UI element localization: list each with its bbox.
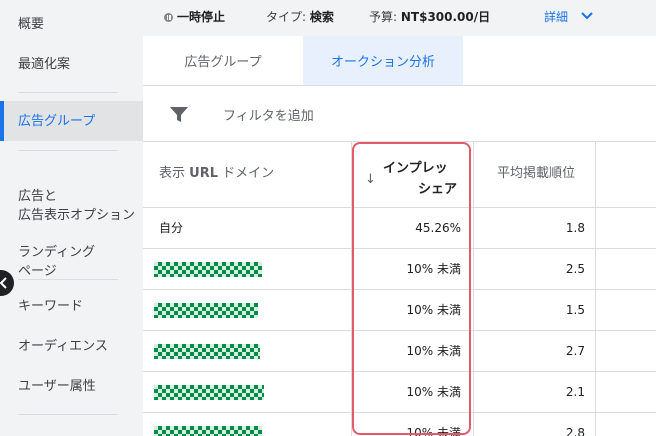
impression-share-cell: 45.26% [415, 221, 461, 235]
chevron-down-icon [581, 12, 593, 20]
redacted-domain [154, 303, 258, 318]
sidebar-item-label: ユーザー属性 [18, 379, 96, 394]
sidebar-item-label: 概要 [18, 17, 45, 32]
avg-position-cell: 1.5 [565, 303, 585, 317]
avg-position-cell: 2.7 [565, 344, 585, 358]
header-display-url-domain[interactable]: 表示 URL ドメイン [159, 164, 274, 184]
impression-share-cell: 10% 未満 [406, 426, 462, 436]
tab-bar: 広告グループ オークション分析 [143, 36, 656, 86]
sidebar-item-keywords[interactable]: キーワード [0, 297, 143, 316]
status-text: 一時停止 [177, 10, 226, 24]
add-filter-button[interactable]: フィルタを追加 [223, 105, 314, 124]
impression-share-cell: 10% 未満 [406, 385, 462, 399]
sidebar-divider [18, 150, 118, 151]
table-row[interactable]: 10% 未満 2.8 [143, 413, 656, 436]
sidebar: 概要 最適化案 広告グループ 広告と 広告表示オプション ランディング ページ … [0, 0, 143, 436]
header-text: URL [189, 166, 219, 181]
campaign-status: 一時停止 [164, 9, 225, 25]
sidebar-divider [18, 414, 118, 415]
domain-cell: 自分 [159, 221, 184, 235]
table-header: 表示 URL ドメイン ↓ インプレッ シェア 平均掲載順位 [143, 142, 656, 208]
avg-position-cell: 2.8 [565, 426, 585, 436]
header-text: 表示 [159, 166, 186, 181]
sort-descending-icon: ↓ [365, 172, 376, 187]
impression-share-cell: 10% 未満 [406, 303, 462, 317]
budget-value: NT$300.00/日 [400, 10, 491, 24]
chevron-left-icon [0, 277, 7, 289]
sidebar-item-label: 広告と 広告表示オプション [18, 189, 136, 223]
campaign-type: タイプ: 検索 [266, 9, 334, 25]
redacted-domain [154, 344, 260, 359]
sidebar-item-recommendations[interactable]: 最適化案 [0, 55, 143, 74]
type-label: タイプ: [266, 10, 307, 24]
content-panel: 広告グループ オークション分析 フィルタを追加 表示 URL ドメイン ↓ イン… [143, 36, 656, 436]
table-row[interactable]: 自分 45.26% 1.8 [143, 208, 656, 249]
avg-position-cell: 2.5 [565, 262, 585, 276]
table-row[interactable]: 10% 未満 2.5 [143, 249, 656, 290]
tab-ad-groups[interactable]: 広告グループ [143, 36, 303, 85]
header-text: インプレッ [383, 161, 448, 176]
header-text: ドメイン [222, 166, 275, 181]
sidebar-item-label: キーワード [18, 299, 84, 314]
tab-auction-insights[interactable]: オークション分析 [303, 36, 463, 85]
impression-share-cell: 10% 未満 [406, 344, 462, 358]
pause-icon [164, 13, 173, 22]
details-button[interactable]: 詳細 [544, 9, 594, 25]
header-text: シェア [417, 182, 457, 197]
tab-label: 広告グループ [184, 55, 262, 70]
type-value: 検索 [309, 10, 334, 24]
campaign-summary-bar: 一時停止 タイプ: 検索 予算: NT$300.00/日 詳細 [143, 0, 656, 36]
redacted-domain [154, 426, 262, 436]
filter-bar: フィルタを追加 [143, 86, 656, 142]
table-row[interactable]: 10% 未満 2.1 [143, 372, 656, 413]
header-avg-position[interactable]: 平均掲載順位 [497, 164, 587, 184]
impression-share-cell: 10% 未満 [406, 262, 462, 276]
sidebar-item-demographics[interactable]: ユーザー属性 [0, 377, 143, 396]
table-row[interactable]: 10% 未満 2.7 [143, 331, 656, 372]
sidebar-divider [18, 92, 118, 93]
sidebar-item-label: ランディング ページ [18, 245, 96, 279]
budget-label: 予算: [369, 10, 398, 24]
redacted-domain [154, 262, 262, 277]
sidebar-item-ads-extensions[interactable]: 広告と 広告表示オプション [0, 168, 143, 225]
sidebar-item-ad-groups[interactable]: 広告グループ [0, 101, 143, 141]
avg-position-cell: 2.1 [565, 385, 585, 399]
filter-icon[interactable] [170, 107, 188, 123]
redacted-domain [154, 385, 264, 400]
sidebar-item-label: 広告グループ [18, 113, 96, 129]
sidebar-item-landing-pages[interactable]: ランディング ページ [0, 224, 143, 281]
campaign-budget: 予算: NT$300.00/日 [369, 9, 490, 25]
header-impression-share[interactable]: ↓ インプレッ シェア [351, 142, 465, 208]
table-row[interactable]: 10% 未満 1.5 [143, 290, 656, 331]
sidebar-item-label: 最適化案 [18, 57, 71, 72]
tab-label: オークション分析 [330, 55, 435, 70]
sidebar-item-label: オーディエンス [18, 339, 108, 354]
sidebar-item-overview[interactable]: 概要 [0, 15, 143, 34]
sidebar-divider [18, 279, 118, 280]
details-label: 詳細 [544, 10, 569, 24]
avg-position-cell: 1.8 [565, 221, 585, 235]
sidebar-item-audiences[interactable]: オーディエンス [0, 337, 143, 356]
